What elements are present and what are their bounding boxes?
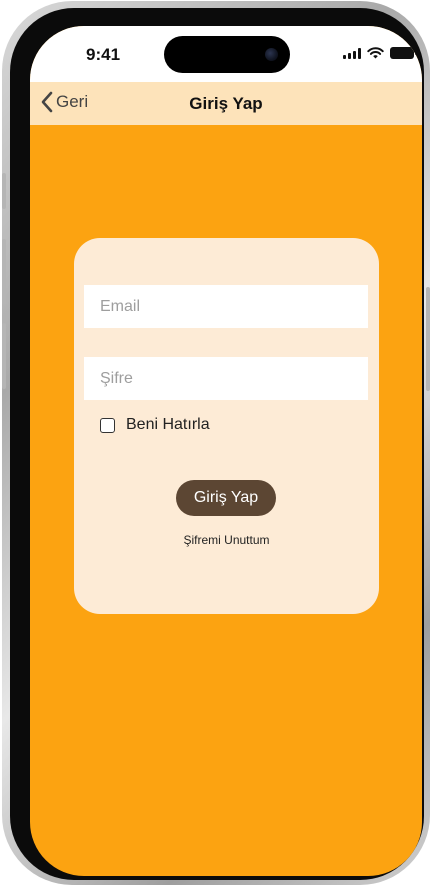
- remember-me-label: Beni Hatırla: [126, 416, 210, 433]
- phone-bezel: 9:41 Geri Giriş Yap Email Beni Hatırla G…: [10, 8, 424, 880]
- volume-up-button: [2, 239, 6, 305]
- battery-icon: [390, 47, 417, 59]
- status-time: 9:41: [86, 45, 121, 64]
- email-field[interactable]: [84, 285, 368, 328]
- status-icons: [343, 47, 417, 59]
- camera-icon: [265, 48, 278, 61]
- wifi-icon: [367, 47, 384, 59]
- login-button[interactable]: Giriş Yap: [176, 480, 276, 516]
- power-button: [426, 287, 430, 391]
- login-card: Beni Hatırla Giriş Yap Şifremi Unuttum: [74, 238, 379, 614]
- cellular-signal-icon: [343, 47, 361, 59]
- screen: 9:41 Geri Giriş Yap Email Beni Hatırla G…: [30, 26, 422, 876]
- navigation-bar: Geri Giriş Yap: [30, 82, 422, 125]
- phone-frame: 9:41 Geri Giriş Yap Email Beni Hatırla G…: [2, 1, 430, 885]
- forgot-password-link[interactable]: Şifremi Unuttum: [74, 533, 379, 547]
- dynamic-island: [164, 36, 290, 73]
- volume-down-button: [2, 323, 6, 389]
- page-title: Giriş Yap: [189, 94, 263, 113]
- password-field[interactable]: [84, 357, 368, 400]
- action-button: [2, 173, 6, 209]
- remember-me-checkbox[interactable]: [100, 417, 115, 433]
- status-bar: 9:41: [30, 26, 422, 82]
- remember-me-option[interactable]: Beni Hatırla: [100, 416, 210, 434]
